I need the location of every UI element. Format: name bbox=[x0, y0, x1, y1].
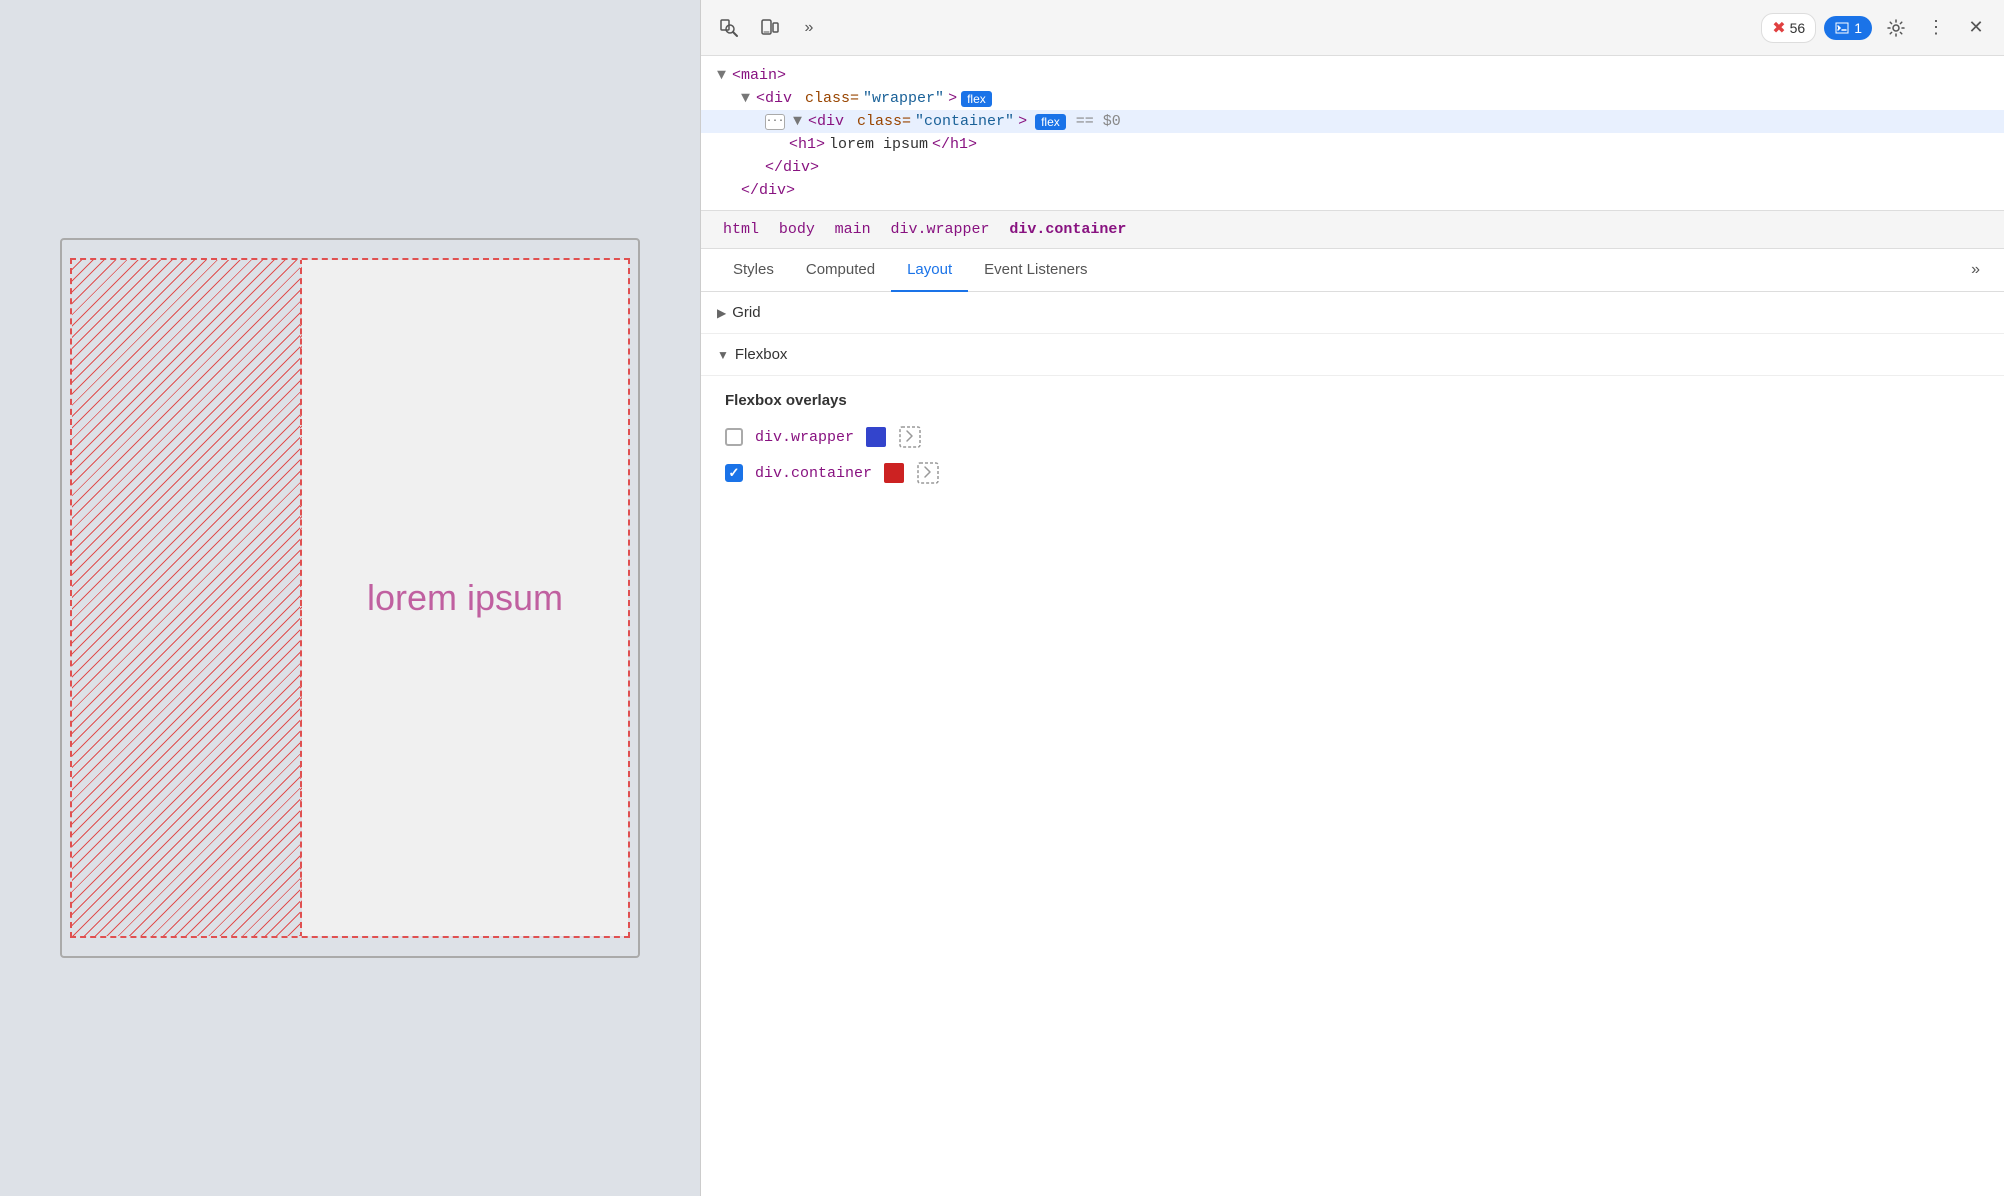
wrapper-overlay-checkbox[interactable] bbox=[725, 428, 743, 446]
error-icon: ✖ bbox=[1772, 18, 1785, 38]
inspect-icon[interactable] bbox=[713, 12, 745, 44]
tree-wrapper-class-val: "wrapper" bbox=[863, 90, 944, 107]
tree-container-line[interactable]: ··· ▼ <div class= "container" > flex == … bbox=[701, 110, 2004, 133]
breadcrumb-sep-2 bbox=[821, 222, 829, 237]
breadcrumb-sep-1 bbox=[765, 222, 773, 237]
tree-wrapper-close-bracket: > bbox=[948, 90, 957, 107]
tree-wrapper-open: <div bbox=[756, 90, 801, 107]
devtools-toolbar: » ✖ 56 1 ⋮ ✕ bbox=[701, 0, 2004, 56]
wrapper-element: lorem ipsum bbox=[70, 258, 630, 938]
devtools-tabs: Styles Computed Layout Event Listeners » bbox=[701, 249, 2004, 292]
tabs-more-icon[interactable]: » bbox=[1963, 253, 1988, 287]
breadcrumb-body[interactable]: body bbox=[773, 219, 821, 240]
wrapper-color-swatch[interactable] bbox=[866, 427, 886, 447]
container-overlay-checkbox[interactable] bbox=[725, 464, 743, 482]
tree-container-class-val: "container" bbox=[915, 113, 1014, 130]
close-devtools-icon[interactable]: ✕ bbox=[1960, 12, 1992, 44]
tree-container-open: <div bbox=[808, 113, 853, 130]
wrapper-overlay-row: div.wrapper bbox=[725, 425, 1980, 449]
wrapper-overlay-label[interactable]: div.wrapper bbox=[755, 429, 854, 446]
tree-h1-close: </h1> bbox=[932, 136, 977, 153]
flex-badge-wrapper[interactable]: flex bbox=[961, 91, 992, 107]
flexbox-overlays-title: Flexbox overlays bbox=[725, 392, 1980, 409]
flexbox-section-header[interactable]: ▼ Flexbox bbox=[701, 334, 2004, 376]
tab-event-listeners[interactable]: Event Listeners bbox=[968, 249, 1103, 292]
lorem-ipsum-text: lorem ipsum bbox=[367, 577, 563, 619]
container-hatch bbox=[72, 260, 302, 936]
container-overlay-label[interactable]: div.container bbox=[755, 465, 872, 482]
tab-layout[interactable]: Layout bbox=[891, 249, 968, 292]
grid-section-header[interactable]: ▶ Grid bbox=[701, 292, 2004, 334]
error-count: 56 bbox=[1790, 20, 1806, 36]
error-count-badge[interactable]: ✖ 56 bbox=[1761, 13, 1816, 43]
ellipsis-button[interactable]: ··· bbox=[765, 114, 785, 130]
breadcrumb-sep-3 bbox=[877, 222, 885, 237]
content-area: lorem ipsum bbox=[302, 260, 628, 936]
dollar-zero: == $0 bbox=[1076, 113, 1121, 130]
tab-computed[interactable]: Computed bbox=[790, 249, 891, 292]
breadcrumb-bar: html body main div.wrapper div.container bbox=[701, 211, 2004, 249]
tree-wrapper-close-line[interactable]: </div> bbox=[701, 179, 2004, 202]
tree-wrapper-attr: class= bbox=[805, 90, 859, 107]
tree-wrapper-close-tag: </div> bbox=[741, 182, 795, 199]
wrapper-flex-overlay-icon[interactable] bbox=[898, 425, 922, 449]
tree-wrapper-line[interactable]: ▼ <div class= "wrapper" > flex bbox=[701, 87, 2004, 110]
breadcrumb-sep-4 bbox=[996, 222, 1004, 237]
container-overlay-row: div.container bbox=[725, 461, 1980, 485]
devtools-panel: » ✖ 56 1 ⋮ ✕ ▼ bbox=[700, 0, 2004, 1196]
viewport-panel: lorem ipsum bbox=[0, 0, 700, 1196]
tree-container-close-tag: </div> bbox=[765, 159, 819, 176]
breadcrumb-container[interactable]: div.container bbox=[1003, 219, 1132, 240]
console-count: 1 bbox=[1854, 20, 1862, 36]
tree-container-attr: class= bbox=[857, 113, 911, 130]
device-toggle-icon[interactable] bbox=[753, 12, 785, 44]
tree-h1-text: lorem ipsum bbox=[829, 136, 928, 153]
breadcrumb-html[interactable]: html bbox=[717, 219, 765, 240]
tree-h1-line[interactable]: <h1> lorem ipsum </h1> bbox=[701, 133, 2004, 156]
tree-main-line[interactable]: ▼ <main> bbox=[701, 64, 2004, 87]
tree-main-tag: <main> bbox=[732, 67, 786, 84]
console-count-badge[interactable]: 1 bbox=[1824, 16, 1872, 40]
breadcrumb-main[interactable]: main bbox=[829, 219, 877, 240]
flexbox-content: Flexbox overlays div.wrapper bbox=[701, 376, 2004, 513]
flexbox-section: ▼ Flexbox Flexbox overlays div.wrapper bbox=[701, 334, 2004, 513]
layout-panel: ▶ Grid ▼ Flexbox Flexbox overlays div.wr… bbox=[701, 292, 2004, 1196]
settings-icon[interactable] bbox=[1880, 12, 1912, 44]
more-tools-icon[interactable]: » bbox=[793, 12, 825, 44]
flex-badge-container[interactable]: flex bbox=[1035, 114, 1066, 130]
container-flex-overlay-icon[interactable] bbox=[916, 461, 940, 485]
tree-container-close-bracket: > bbox=[1018, 113, 1027, 130]
container-color-swatch[interactable] bbox=[884, 463, 904, 483]
flexbox-section-label: Flexbox bbox=[735, 346, 788, 363]
tree-container-close-line[interactable]: </div> bbox=[701, 156, 2004, 179]
more-menu-icon[interactable]: ⋮ bbox=[1920, 12, 1952, 44]
grid-section-label: Grid bbox=[732, 304, 760, 321]
browser-content: lorem ipsum bbox=[60, 238, 640, 958]
breadcrumb-wrapper[interactable]: div.wrapper bbox=[884, 219, 995, 240]
container-element bbox=[72, 260, 302, 936]
tab-styles[interactable]: Styles bbox=[717, 249, 790, 292]
tree-h1-open: <h1> bbox=[789, 136, 825, 153]
html-tree: ▼ <main> ▼ <div class= "wrapper" > flex … bbox=[701, 56, 2004, 211]
grid-toggle-icon: ▶ bbox=[717, 306, 726, 320]
flexbox-toggle-icon: ▼ bbox=[717, 348, 729, 362]
